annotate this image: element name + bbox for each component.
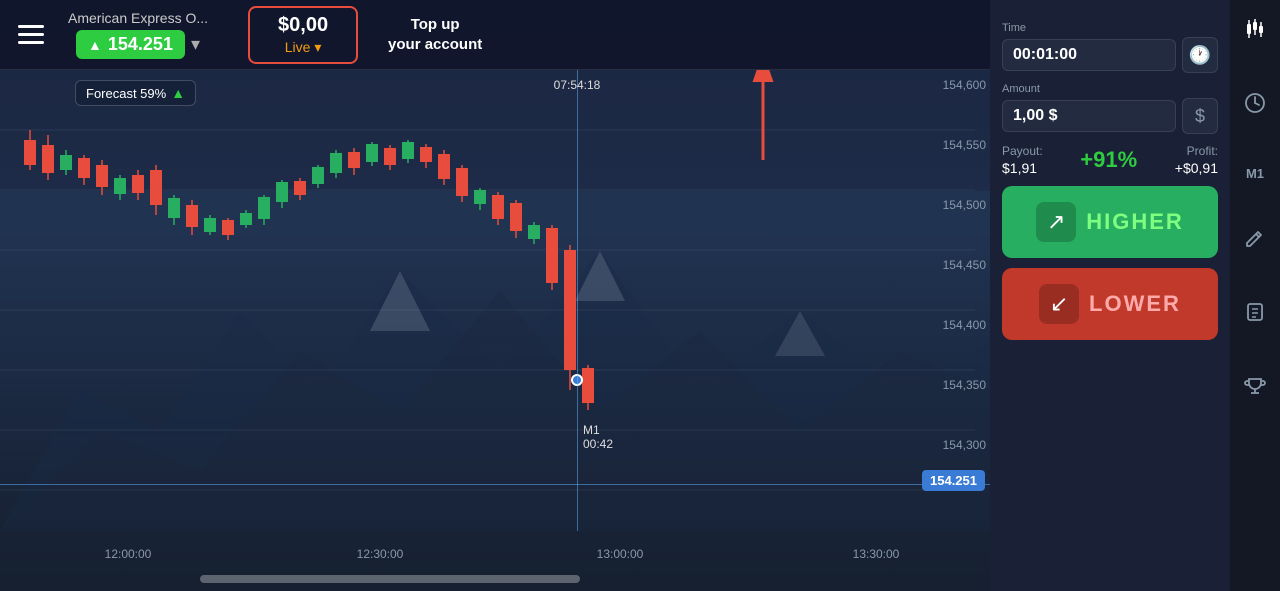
chart-scrollbar[interactable] (200, 575, 580, 583)
balance-amount: $0,00 (270, 14, 336, 37)
chart-area: American Express O... ▲ 154.251 ▾ $0,00 … (0, 0, 990, 591)
higher-button-label: HIGHER (1086, 209, 1184, 235)
forecast-up-icon: ▲ (171, 85, 185, 101)
timeframe-m1-label[interactable]: M1 (1238, 158, 1272, 189)
time-label-1200: 12:00:00 (105, 547, 152, 561)
topup-button[interactable]: Top up your account (388, 15, 482, 54)
chart-annotation: M1 00:42 (583, 423, 613, 451)
asset-price-badge[interactable]: ▲ 154.251 (76, 30, 185, 59)
asset-info: American Express O... ▲ 154.251 ▾ (68, 10, 208, 59)
higher-arrow-icon: ↗ (1036, 202, 1076, 242)
payout-row: Payout: $1,91 +91% Profit: +$0,91 (1002, 144, 1218, 176)
time-input[interactable]: 00:01:00 (1002, 39, 1176, 71)
payout-section: Payout: $1,91 (1002, 144, 1043, 176)
sidebar-icons: M1 (1230, 0, 1280, 591)
payout-label: Payout: (1002, 144, 1043, 158)
menu-button[interactable] (10, 17, 52, 52)
trophy-icon[interactable] (1236, 367, 1274, 411)
lower-button[interactable]: ↙ LOWER (1002, 268, 1218, 340)
time-label-1300: 13:00:00 (597, 547, 644, 561)
price-up-icon: ▲ (88, 37, 102, 53)
amount-field-row: 1,00 $ $ (1002, 98, 1218, 134)
candlestick-chart (0, 70, 975, 530)
time-field-label: Time (1002, 22, 1218, 34)
controls-panel: Time 00:01:00 🕐 Amount 1,00 $ $ Payout: … (990, 0, 1230, 352)
asset-price-value: 154.251 (108, 34, 173, 55)
price-line-horizontal (0, 484, 990, 485)
balance-live-row: Live ▾ (270, 39, 336, 56)
payout-percentage: +91% (1080, 147, 1137, 173)
time-label-1330: 13:30:00 (853, 547, 900, 561)
edit-icon[interactable] (1236, 219, 1274, 263)
lower-arrow-icon: ↙ (1039, 284, 1079, 324)
asset-price-row: ▲ 154.251 ▾ (76, 30, 200, 59)
payout-value: $1,91 (1002, 160, 1043, 176)
candlestick-icon[interactable] (1236, 10, 1274, 54)
profit-section: Profit: +$0,91 (1175, 144, 1218, 176)
higher-button[interactable]: ↗ HIGHER (1002, 186, 1218, 258)
history-clock-icon[interactable] (1236, 84, 1274, 128)
time-field-row: 00:01:00 🕐 (1002, 37, 1218, 73)
annotation-time: 00:42 (583, 437, 613, 451)
live-chevron: ▾ (314, 39, 321, 56)
book-icon[interactable] (1236, 293, 1274, 337)
header: American Express O... ▲ 154.251 ▾ $0,00 … (0, 0, 990, 70)
amount-field-label: Amount (1002, 83, 1218, 95)
crosshair-vertical (577, 70, 578, 531)
forecast-label: Forecast 59% (86, 86, 166, 101)
profit-label: Profit: (1187, 144, 1218, 158)
crosshair-time-label: 07:54:18 (554, 78, 601, 92)
price-tag: 154.251 (922, 470, 985, 491)
asset-name: American Express O... (68, 10, 208, 26)
live-label: Live (285, 39, 311, 55)
amount-input[interactable]: 1,00 $ (1002, 100, 1176, 132)
profit-value: +$0,91 (1175, 160, 1218, 176)
lower-button-label: LOWER (1089, 291, 1181, 317)
annotation-m1: M1 (583, 423, 613, 437)
red-arrow-annotation (748, 70, 778, 160)
asset-dropdown-chevron[interactable]: ▾ (191, 34, 200, 55)
time-label-1230: 12:30:00 (357, 547, 404, 561)
forecast-badge: Forecast 59% ▲ (75, 80, 196, 106)
currency-button[interactable]: $ (1182, 98, 1218, 134)
balance-box[interactable]: $0,00 Live ▾ (248, 6, 358, 64)
clock-icon[interactable]: 🕐 (1182, 37, 1218, 73)
